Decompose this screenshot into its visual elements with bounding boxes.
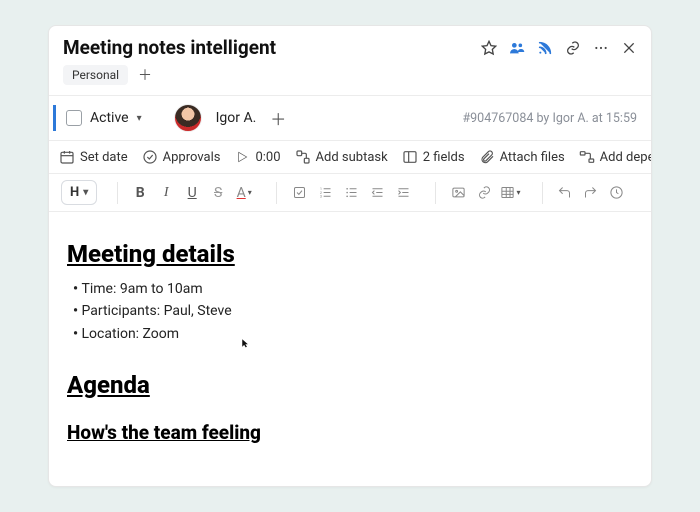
add-assignee-button[interactable]: ＋ xyxy=(270,106,286,130)
label: Add subtask xyxy=(316,150,388,165)
text-color-button[interactable]: A ▾ xyxy=(232,181,256,205)
image-button[interactable] xyxy=(446,181,470,205)
dependency-button[interactable]: Add dependency xyxy=(579,149,651,165)
italic-button[interactable]: I xyxy=(154,181,178,205)
fields-button[interactable]: 2 fields xyxy=(402,149,465,165)
strike-button[interactable]: S xyxy=(206,181,230,205)
history-button[interactable] xyxy=(605,181,629,205)
complete-checkbox[interactable] xyxy=(66,110,82,126)
chevron-down-icon: ▾ xyxy=(137,113,142,124)
insert-link-button[interactable] xyxy=(472,181,496,205)
format-bar: H ▾ B I U S A ▾ 123 ▾ xyxy=(49,174,651,211)
subtask-icon xyxy=(295,149,311,165)
assignee-name[interactable]: Igor A. xyxy=(216,110,257,126)
heading-team-feeling[interactable]: How's the team feeling xyxy=(67,421,633,444)
list-item[interactable]: Participants: Paul, Steve xyxy=(73,300,633,322)
folder-row: Personal ＋ xyxy=(49,63,651,95)
status-selector[interactable]: Active ▾ xyxy=(53,105,152,131)
label: 0:00 xyxy=(255,150,280,165)
divider xyxy=(435,182,436,204)
label: Add dependency xyxy=(600,150,651,165)
table-button[interactable]: ▾ xyxy=(498,181,522,205)
undo-button[interactable] xyxy=(553,181,577,205)
label: 2 fields xyxy=(423,150,465,165)
play-icon xyxy=(234,149,250,165)
status-left: Active ▾ Igor A. ＋ xyxy=(49,104,286,132)
title-bar: Meeting notes intelligent xyxy=(49,26,651,63)
heading-agenda[interactable]: Agenda xyxy=(67,371,633,399)
list-item-text: Location: Zoom xyxy=(82,326,180,342)
bullet-list-button[interactable] xyxy=(339,181,363,205)
add-folder-button[interactable]: ＋ xyxy=(138,65,152,85)
redo-button[interactable] xyxy=(579,181,603,205)
status-row: Active ▾ Igor A. ＋ #904767084 by Igor A.… xyxy=(49,96,651,140)
timer-button[interactable]: 0:00 xyxy=(234,149,280,165)
people-icon[interactable] xyxy=(509,40,525,56)
outdent-button[interactable] xyxy=(365,181,389,205)
heading-meeting-details[interactable]: Meeting details xyxy=(67,240,633,268)
avatar[interactable] xyxy=(174,104,202,132)
close-icon[interactable] xyxy=(621,40,637,56)
divider xyxy=(117,182,118,204)
check-circle-icon xyxy=(142,149,158,165)
list-item[interactable]: Location: Zoom xyxy=(73,323,633,345)
add-subtask-button[interactable]: Add subtask xyxy=(295,149,388,165)
approvals-button[interactable]: Approvals xyxy=(142,149,221,165)
chevron-down-icon: ▾ xyxy=(83,187,88,198)
indent-button[interactable] xyxy=(391,181,415,205)
heading-selector[interactable]: H ▾ xyxy=(61,180,97,205)
calendar-icon xyxy=(59,149,75,165)
fields-icon xyxy=(402,149,418,165)
list-item[interactable]: Time: 9am to 10am xyxy=(73,278,633,300)
title-actions xyxy=(481,40,637,56)
task-toolbar: Set date Approvals 0:00 Add subtask 2 fi… xyxy=(49,141,651,173)
cursor-icon xyxy=(241,336,251,350)
document-body[interactable]: Meeting details Time: 9am to 10am Partic… xyxy=(49,212,651,486)
divider xyxy=(542,182,543,204)
link-icon[interactable] xyxy=(565,40,581,56)
label: H xyxy=(70,185,79,200)
paperclip-icon xyxy=(479,149,495,165)
dependency-icon xyxy=(579,149,595,165)
task-title[interactable]: Meeting notes intelligent xyxy=(63,36,481,59)
underline-button[interactable]: U xyxy=(180,181,204,205)
bold-button[interactable]: B xyxy=(128,181,152,205)
attach-button[interactable]: Attach files xyxy=(479,149,565,165)
rss-icon[interactable] xyxy=(537,40,553,56)
task-meta: #904767084 by Igor A. at 15:59 xyxy=(462,111,637,126)
more-icon[interactable] xyxy=(593,40,609,56)
divider xyxy=(276,182,277,204)
label: Attach files xyxy=(500,150,565,165)
status-label: Active xyxy=(90,110,129,126)
checklist-button[interactable] xyxy=(287,181,311,205)
label: Set date xyxy=(80,150,128,165)
task-card: Meeting notes intelligent Personal xyxy=(48,25,652,487)
star-icon[interactable] xyxy=(481,40,497,56)
label: Approvals xyxy=(163,150,221,165)
ordered-list-button[interactable]: 123 xyxy=(313,181,337,205)
svg-text:3: 3 xyxy=(319,195,321,199)
details-list[interactable]: Time: 9am to 10am Participants: Paul, St… xyxy=(67,278,633,345)
folder-chip[interactable]: Personal xyxy=(63,65,128,85)
set-date-button[interactable]: Set date xyxy=(59,149,128,165)
